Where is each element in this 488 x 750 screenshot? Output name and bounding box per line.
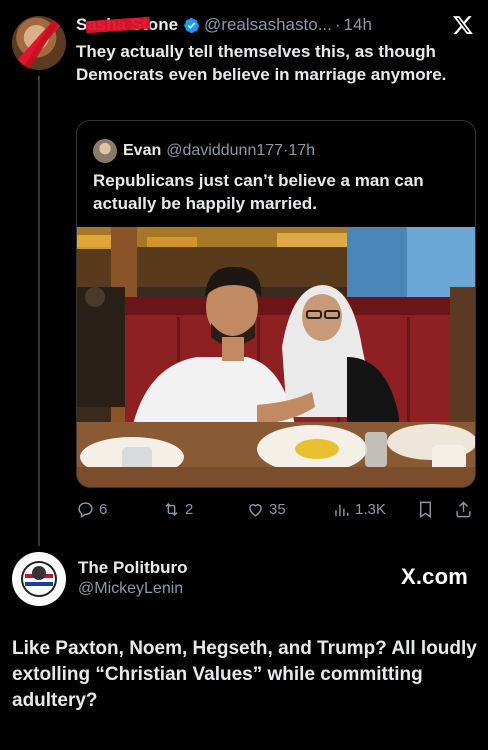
attached-photo[interactable] [77,227,475,487]
like-icon [249,503,262,517]
repost-icon [165,502,178,516]
quoted-timestamp[interactable]: 17h [288,142,315,160]
quoted-post-text: Republicans just can’t believe a man can… [93,171,424,213]
quoted-handle[interactable]: @daviddunn177 [166,142,283,160]
display-name[interactable]: Sasha Stone [76,15,178,35]
reply-count: 6 [99,500,108,518]
repost-count: 2 [185,500,194,518]
red-scribble [20,16,62,70]
x-logo-icon [453,16,473,34]
views-count: 1.3K [355,500,386,518]
repost-button[interactable]: 2 [162,497,193,521]
bookmark-icon [420,501,431,518]
avatar-evan[interactable] [93,139,117,163]
quoted-post-header: Evan @daviddunn177 · 17h [93,139,315,163]
reply-button[interactable]: 6 [76,497,107,521]
figure-graphic [32,566,46,580]
views-button[interactable]: 1.3K [332,497,386,521]
thread-line [38,76,40,546]
timestamp[interactable]: 14h [344,15,372,35]
source-label: X.com [400,564,468,589]
quoted-display-name[interactable]: Evan [123,142,161,160]
like-button[interactable]: 35 [246,497,286,521]
display-name-2[interactable]: The Politburo [78,558,188,578]
handle[interactable]: @realsashasto... [204,15,332,35]
quoted-post-card[interactable]: Evan @daviddunn177 · 17h Republicans jus… [76,120,476,488]
verified-badge-icon [184,17,200,33]
reply-icon [78,501,93,518]
bookmark-button[interactable] [416,497,435,521]
separator-dot: · [334,15,341,34]
share-icon [456,500,471,517]
post-text: They actually tell themselves this, as t… [76,42,447,84]
avatar-the-politburo[interactable] [12,552,66,606]
restaurant-photo [77,227,475,487]
post-text-2: Like Paxton, Noem, Hegseth, and Trump? A… [12,638,477,711]
post-header: Sasha Stone @realsashasto... · 14h [76,14,474,36]
avatar-sasha-stone[interactable] [12,16,66,70]
post-actions: 6 2 35 1.3K [76,497,476,521]
like-count: 35 [269,500,286,518]
views-icon [335,504,349,516]
handle-2[interactable]: @MickeyLenin [78,580,183,598]
share-button[interactable] [454,497,473,521]
